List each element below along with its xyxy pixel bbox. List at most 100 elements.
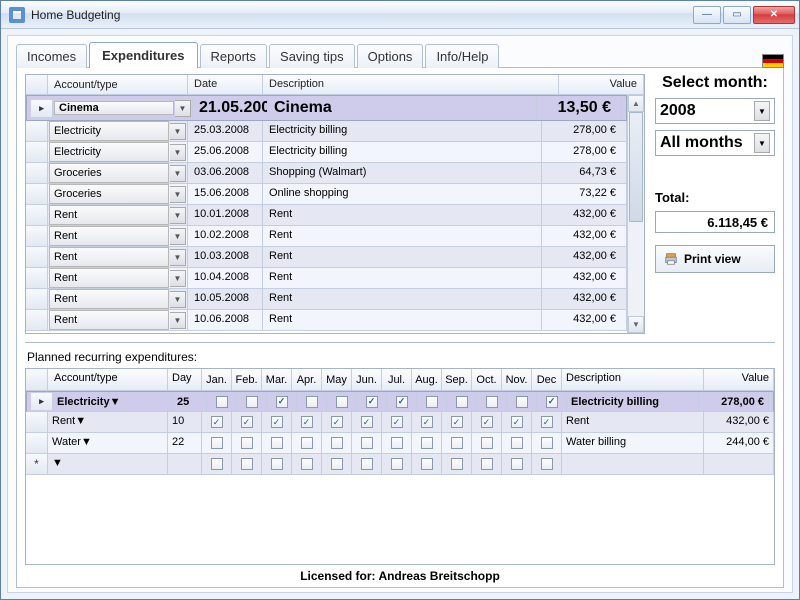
month-checkbox[interactable]: [412, 454, 442, 474]
row-selector[interactable]: [26, 205, 48, 225]
table-row[interactable]: Rent▼10.02.2008Rent432,00 €: [26, 226, 627, 247]
day-cell[interactable]: 25: [173, 393, 207, 411]
month-checkbox[interactable]: [202, 433, 232, 453]
value-cell[interactable]: 432,00 €: [542, 289, 627, 309]
col-month[interactable]: Oct.: [472, 369, 502, 390]
recurring-grid[interactable]: Account/typeDayJan.Feb.Mar.Apr.MayJun.Ju…: [25, 368, 775, 565]
month-checkbox[interactable]: [322, 454, 352, 474]
row-selector[interactable]: [26, 268, 48, 288]
value-cell[interactable]: [704, 454, 774, 474]
value-cell[interactable]: 244,00 €: [704, 433, 774, 453]
account-cell[interactable]: Rent▼: [48, 247, 188, 267]
month-checkbox[interactable]: [382, 433, 412, 453]
value-cell[interactable]: 432,00 €: [542, 268, 627, 288]
table-row[interactable]: Electricity▼25.06.2008Electricity billin…: [26, 142, 627, 163]
scroll-thumb[interactable]: [629, 112, 643, 222]
value-cell[interactable]: 432,00 €: [542, 247, 627, 267]
col-day[interactable]: Day: [168, 369, 202, 390]
chevron-down-icon[interactable]: ▼: [170, 186, 186, 203]
tab-incomes[interactable]: Incomes: [16, 44, 87, 68]
chevron-down-icon[interactable]: ▼: [175, 100, 191, 117]
table-row[interactable]: Cinema▼21.05.2008Cinema13,50 €: [26, 95, 627, 121]
description-cell[interactable]: Rent: [263, 310, 542, 330]
col-month[interactable]: Aug.: [412, 369, 442, 390]
col-month[interactable]: Jun.: [352, 369, 382, 390]
tab-info-help[interactable]: Info/Help: [425, 44, 499, 68]
table-row[interactable]: Groceries▼03.06.2008Shopping (Walmart)64…: [26, 163, 627, 184]
description-cell[interactable]: Cinema: [268, 96, 537, 120]
table-row[interactable]: Electricity▼25✓✓✓✓Electricity billing278…: [26, 391, 774, 412]
table-row[interactable]: Rent▼10.03.2008Rent432,00 €: [26, 247, 627, 268]
table-row[interactable]: Rent▼10✓✓✓✓✓✓✓✓✓✓✓✓Rent432,00 €: [26, 412, 774, 433]
month-checkbox[interactable]: [472, 454, 502, 474]
month-checkbox[interactable]: [472, 433, 502, 453]
row-selector[interactable]: [26, 310, 48, 330]
col-value[interactable]: Value: [559, 75, 644, 94]
tab-saving-tips[interactable]: Saving tips: [269, 44, 355, 68]
month-checkbox[interactable]: ✓: [412, 412, 442, 432]
chevron-down-icon[interactable]: ▼: [170, 249, 186, 266]
month-checkbox[interactable]: ✓: [537, 393, 567, 411]
month-checkbox[interactable]: [232, 433, 262, 453]
date-cell[interactable]: 15.06.2008: [188, 184, 263, 204]
chevron-down-icon[interactable]: ▼: [81, 436, 92, 450]
chevron-down-icon[interactable]: ▼: [170, 123, 186, 140]
month-checkbox[interactable]: ✓: [267, 393, 297, 411]
grid-scrollbar[interactable]: ▲ ▼: [627, 95, 644, 333]
description-cell[interactable]: [562, 454, 704, 474]
col-month[interactable]: Jul.: [382, 369, 412, 390]
scroll-up-icon[interactable]: ▲: [628, 95, 644, 112]
month-checkbox[interactable]: [202, 454, 232, 474]
month-checkbox[interactable]: [352, 454, 382, 474]
account-cell[interactable]: Rent▼: [48, 205, 188, 225]
description-cell[interactable]: Water billing: [562, 433, 704, 453]
table-row[interactable]: Electricity▼25.03.2008Electricity billin…: [26, 121, 627, 142]
row-selector[interactable]: [26, 247, 48, 267]
day-cell[interactable]: 10: [168, 412, 202, 432]
account-cell[interactable]: Rent▼: [48, 289, 188, 309]
account-cell[interactable]: Rent▼: [48, 226, 188, 246]
month-checkbox[interactable]: [237, 393, 267, 411]
print-view-button[interactable]: Print view: [655, 245, 775, 273]
month-checkbox[interactable]: ✓: [532, 412, 562, 432]
row-selector[interactable]: [31, 100, 53, 117]
table-row[interactable]: Rent▼10.06.2008Rent432,00 €: [26, 310, 627, 331]
month-checkbox[interactable]: ✓: [352, 412, 382, 432]
month-checkbox[interactable]: [262, 454, 292, 474]
month-checkbox[interactable]: ✓: [442, 412, 472, 432]
month-checkbox[interactable]: [292, 433, 322, 453]
date-cell[interactable]: 10.04.2008: [188, 268, 263, 288]
minimize-button[interactable]: —: [693, 6, 721, 24]
row-selector[interactable]: [31, 393, 53, 410]
row-selector[interactable]: [26, 184, 48, 204]
col-month[interactable]: Mar.: [262, 369, 292, 390]
value-cell[interactable]: 432,00 €: [542, 310, 627, 330]
description-cell[interactable]: Rent: [263, 268, 542, 288]
month-checkbox[interactable]: [447, 393, 477, 411]
account-cell[interactable]: Groceries▼: [48, 163, 188, 183]
row-selector[interactable]: [26, 433, 48, 453]
month-checkbox[interactable]: [417, 393, 447, 411]
value-cell[interactable]: 432,00 €: [542, 205, 627, 225]
month-checkbox[interactable]: ✓: [262, 412, 292, 432]
month-checkbox[interactable]: ✓: [292, 412, 322, 432]
chevron-down-icon[interactable]: ▼: [170, 270, 186, 287]
month-checkbox[interactable]: [232, 454, 262, 474]
month-checkbox[interactable]: ✓: [472, 412, 502, 432]
chevron-down-icon[interactable]: ▼: [170, 312, 186, 329]
date-cell[interactable]: 21.05.2008: [193, 96, 268, 120]
col-month[interactable]: Sep.: [442, 369, 472, 390]
col-month[interactable]: Nov.: [502, 369, 532, 390]
expenditures-grid[interactable]: Account/type Date Description Value Cine…: [25, 74, 645, 334]
month-checkbox[interactable]: [382, 454, 412, 474]
account-cell[interactable]: Water▼: [48, 433, 168, 453]
month-checkbox[interactable]: ✓: [382, 412, 412, 432]
description-cell[interactable]: Shopping (Walmart): [263, 163, 542, 183]
value-cell[interactable]: 278,00 €: [542, 142, 627, 162]
row-selector[interactable]: [26, 121, 48, 141]
table-row[interactable]: Rent▼10.05.2008Rent432,00 €: [26, 289, 627, 310]
date-cell[interactable]: 10.02.2008: [188, 226, 263, 246]
value-cell[interactable]: 432,00 €: [704, 412, 774, 432]
month-checkbox[interactable]: ✓: [322, 412, 352, 432]
account-cell[interactable]: Rent▼: [48, 310, 188, 330]
